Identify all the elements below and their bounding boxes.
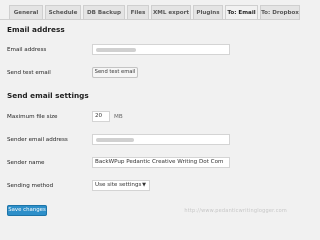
redacted-email: [96, 48, 136, 52]
tab-schedule[interactable]: Schedule: [45, 5, 81, 19]
section-heading-send-email-settings: Send email settings: [7, 91, 89, 100]
save-changes-button[interactable]: Save changes: [7, 205, 47, 216]
sending-method-select[interactable]: Use site settings ▼: [92, 180, 150, 191]
send-test-email-button[interactable]: Send test email: [92, 67, 138, 78]
sender-name-input[interactable]: BackWPup Pedantic Creative Writing Dot C…: [92, 157, 230, 168]
sending-method-label: Sending method: [7, 183, 54, 189]
tab-to-dropbox[interactable]: To: Dropbox: [260, 5, 300, 19]
max-file-size-input[interactable]: 20: [92, 111, 110, 122]
tab-to-email[interactable]: To: Email: [225, 5, 258, 20]
tab-bar-divider: [0, 19, 300, 20]
sending-method-value: Use site settings: [95, 182, 142, 188]
sender-email-label: Sender email address: [7, 137, 68, 143]
email-address-input[interactable]: [92, 44, 230, 55]
tab-db-backup[interactable]: DB Backup: [83, 5, 125, 19]
tab-files[interactable]: Files: [127, 5, 149, 19]
max-file-size-label: Maximum file size: [7, 114, 58, 120]
watermark-text: http://www.pedanticwritinglogger.com: [184, 208, 287, 214]
tab-bar: General Schedule DB Backup Files XML exp…: [9, 5, 300, 20]
send-test-email-label: Send test email: [7, 70, 51, 76]
max-file-size-unit: MB: [114, 114, 123, 120]
section-heading-email-address: Email address: [7, 25, 65, 34]
dropdown-arrow-icon: ▼: [142, 182, 146, 188]
sender-email-input[interactable]: [92, 134, 230, 145]
redacted-sender-email: [96, 138, 134, 142]
tab-general[interactable]: General: [9, 5, 43, 19]
email-address-label: Email address: [7, 47, 47, 53]
tab-xml-export[interactable]: XML export: [151, 5, 191, 19]
tab-plugins[interactable]: Plugins: [193, 5, 223, 19]
sender-name-label: Sender name: [7, 160, 45, 166]
